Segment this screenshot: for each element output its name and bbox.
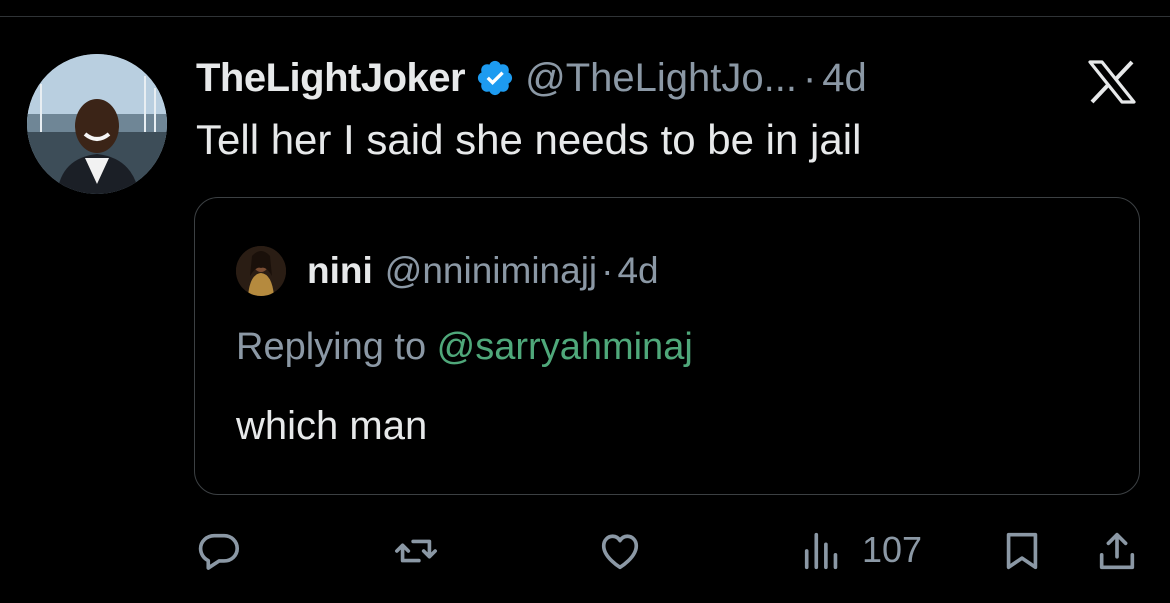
tweet-timestamp[interactable]: 4d	[822, 56, 867, 101]
replying-to-line: Replying to @sarryahminaj	[236, 326, 693, 369]
replying-to-label: Replying to	[236, 326, 437, 368]
retweet-icon[interactable]	[393, 528, 439, 574]
verified-badge-icon	[478, 60, 513, 96]
quoted-author-display-name[interactable]: nini	[307, 250, 373, 292]
bookmark-icon[interactable]	[999, 528, 1045, 574]
separator-dot: ·	[802, 55, 817, 100]
views-icon[interactable]	[800, 528, 846, 574]
quoted-separator-dot: ·	[601, 250, 614, 291]
tweet-text: Tell her I said she needs to be in jail	[196, 116, 862, 163]
like-icon[interactable]	[597, 528, 643, 574]
quoted-tweet-text: which man	[236, 404, 428, 448]
author-display-name[interactable]: TheLightJoker	[196, 56, 466, 101]
quoted-author-avatar[interactable]	[236, 246, 286, 296]
top-divider	[0, 16, 1170, 17]
replying-to-mention[interactable]: @sarryahminaj	[437, 326, 693, 368]
share-icon[interactable]	[1094, 528, 1140, 574]
author-handle[interactable]: @TheLightJo...	[525, 56, 797, 101]
views-count: 107	[862, 529, 923, 570]
tweet-header: TheLightJoker @TheLightJo... · 4d	[196, 52, 867, 104]
quoted-tweet-card[interactable]: nini @nniniminajj · 4d Replying to @sarr…	[194, 197, 1140, 495]
quoted-author-handle[interactable]: @nniniminajj	[385, 250, 597, 292]
quoted-timestamp[interactable]: 4d	[617, 250, 658, 292]
reply-icon[interactable]	[196, 528, 242, 574]
x-logo-icon	[1088, 60, 1136, 104]
quoted-tweet-header: nini @nniniminajj · 4d	[307, 246, 659, 296]
author-avatar[interactable]	[27, 54, 167, 194]
